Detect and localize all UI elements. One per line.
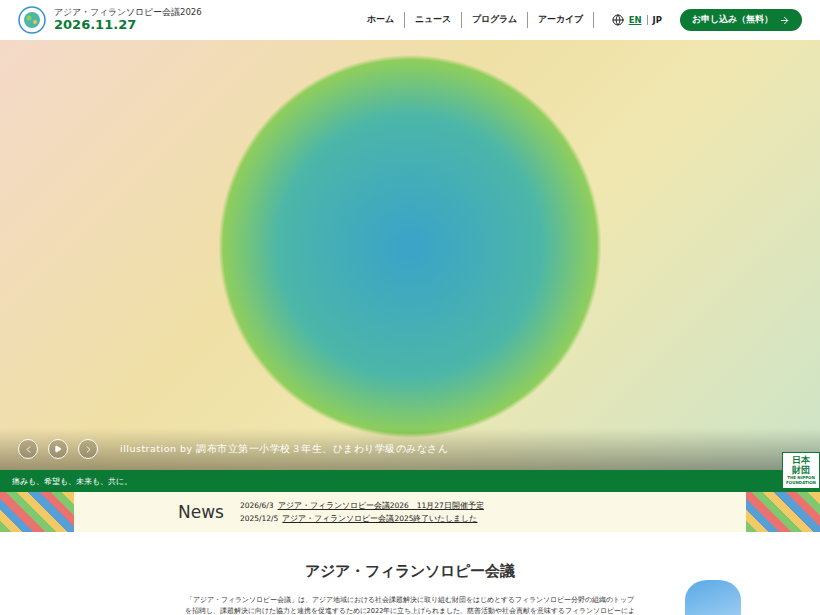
news-list: 2026/6/3アジア・フィランソロピー会議2026 11月27日開催予定202… bbox=[240, 501, 484, 524]
globe-icon bbox=[612, 14, 624, 26]
language-switch: EN JP bbox=[602, 14, 672, 26]
slider-controls: illustration by 調布市立第一小学校３年生、ひまわり学級のみなさん bbox=[0, 428, 820, 470]
hero-caption: illustration by 調布市立第一小学校３年生、ひまわり学級のみなさん bbox=[120, 443, 448, 456]
page: アジア・フィランソロピー会議20262026.11.27 ホームニュースプログラム… bbox=[0, 0, 820, 615]
chevron-right-icon bbox=[83, 444, 94, 455]
badge-name-ja: 日本財団 bbox=[792, 456, 810, 476]
brand-text: アジア・フィランソロピー会議20262026.11.27 bbox=[54, 7, 202, 33]
main-nav: ホームニュースプログラムアーカイブ bbox=[357, 12, 594, 28]
hand-illustration bbox=[685, 580, 741, 615]
play-icon bbox=[54, 445, 62, 453]
news-item: 2026/6/3 アジア・フィランソロピー会議2026 11月27日開催予定 bbox=[240, 501, 484, 511]
about-line: を招聘し、課題解決に向けた協力と連携を促進するために2022年に立ち上げられまし… bbox=[185, 606, 636, 615]
news-body: News 2026/6/3 アジア・フィランソロピー会議2026 11月27日開催予… bbox=[74, 501, 746, 524]
prev-button[interactable] bbox=[18, 439, 38, 459]
news-decoration-left bbox=[0, 492, 74, 532]
news-date: 2026/6/3 bbox=[240, 501, 274, 511]
nav-item[interactable]: ニュース bbox=[405, 12, 462, 28]
news-link[interactable]: アジア・フィランソロピー会議2026 11月27日開催予定 bbox=[278, 501, 484, 511]
language-separator bbox=[647, 15, 648, 25]
news-item: 2025/12/5 アジア・フィランソロピー会議2025終了いたしました bbox=[240, 514, 484, 524]
site-title: アジア・フィランソロピー会議2026 bbox=[54, 7, 202, 17]
about-line: 「アジア・フィランソロピー会議」は、アジア地域における社会課題解決に取り組む財団… bbox=[186, 595, 634, 606]
next-button[interactable] bbox=[78, 439, 98, 459]
language-option[interactable]: JP bbox=[653, 15, 662, 25]
tagline-bar: 痛みも、希望も、未来も、共に。 bbox=[0, 470, 820, 492]
news-heading: News bbox=[178, 502, 224, 522]
nav-item[interactable]: アーカイブ bbox=[528, 12, 594, 28]
news-link[interactable]: アジア・フィランソロピー会議2025終了いたしました bbox=[282, 514, 477, 524]
language-option[interactable]: EN bbox=[629, 15, 642, 25]
news-section: News 2026/6/3 アジア・フィランソロピー会議2026 11月27日開催予… bbox=[0, 492, 820, 532]
about-text: 「アジア・フィランソロピー会議」は、アジア地域における社会課題解決に取り組む財団… bbox=[185, 595, 636, 615]
chevron-left-icon bbox=[23, 444, 34, 455]
event-date: 2026.11.27 bbox=[54, 17, 202, 33]
about-section: アジア・フィランソロピー会議「アジア・フィランソロピー会議」は、アジア地域におけ… bbox=[0, 532, 820, 615]
nav-item[interactable]: プログラム bbox=[462, 12, 528, 28]
badge-name-en: THE NIPPON FOUNDATION bbox=[785, 476, 817, 486]
logo-icon bbox=[18, 6, 46, 34]
apply-button[interactable]: お申し込み（無料） bbox=[680, 9, 802, 31]
arrow-right-icon bbox=[779, 15, 790, 26]
brand[interactable]: アジア・フィランソロピー会議20262026.11.27 bbox=[18, 6, 349, 34]
header: アジア・フィランソロピー会議20262026.11.27 ホームニュースプログラム… bbox=[0, 0, 820, 40]
foundation-badge[interactable]: 日本財団THE NIPPON FOUNDATION bbox=[782, 452, 820, 489]
hero-image: illustration by 調布市立第一小学校３年生、ひまわり学級のみなさん bbox=[0, 40, 820, 470]
play-button[interactable] bbox=[48, 439, 68, 459]
news-decoration-right bbox=[746, 492, 820, 532]
nav-item[interactable]: ホーム bbox=[357, 12, 405, 28]
about-heading: アジア・フィランソロピー会議 bbox=[305, 562, 515, 581]
news-date: 2025/12/5 bbox=[240, 514, 278, 524]
